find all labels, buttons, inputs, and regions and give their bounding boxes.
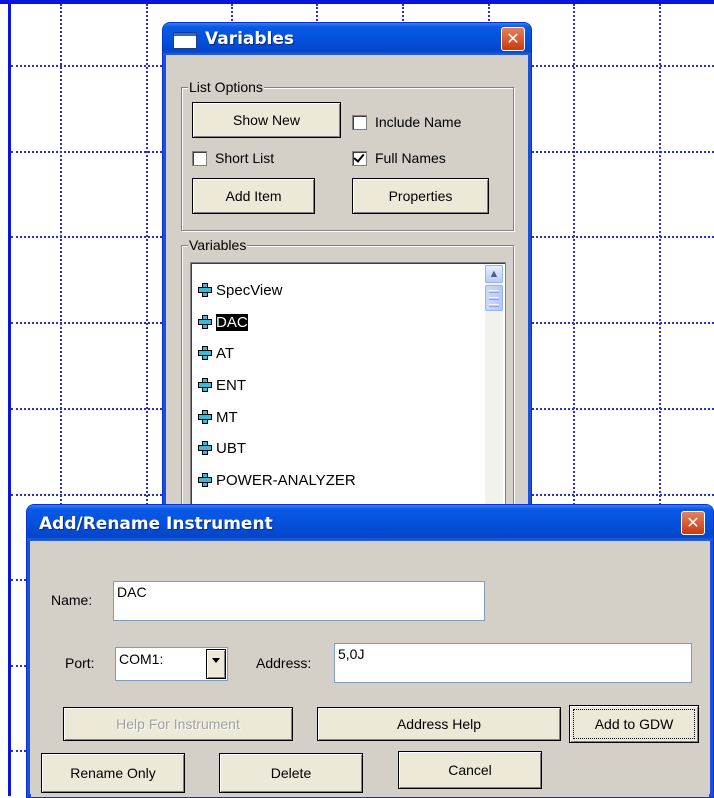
short-list-label: Short List <box>215 150 275 166</box>
canvas-left-border <box>8 0 11 796</box>
list-item[interactable]: MT <box>197 407 238 427</box>
rename-only-button[interactable]: Rename Only <box>41 753 185 793</box>
address-help-button[interactable]: Address Help <box>317 707 561 741</box>
variables-group-label: Variables <box>188 237 248 253</box>
list-item[interactable]: SpecView <box>197 280 282 300</box>
scrollbar-thumb[interactable] <box>485 285 503 311</box>
plus-icon <box>197 377 213 393</box>
window-icon <box>173 32 197 49</box>
canvas-top-border <box>0 0 714 4</box>
add-rename-instrument-dialog: Add/Rename Instrument ✕ Name: DAC Port: … <box>26 504 714 798</box>
list-options-label: List Options <box>188 79 264 95</box>
port-value: COM1: <box>119 651 164 667</box>
chevron-up-icon[interactable]: ▲ <box>485 265 503 283</box>
variables-group: Variables SpecView DAC AT ENT MT UBT POW… <box>181 237 514 537</box>
list-scrollbar[interactable]: ▲ <box>485 265 503 533</box>
address-field[interactable]: 5,0J <box>334 643 692 683</box>
close-icon[interactable]: ✕ <box>501 27 525 51</box>
port-label: Port: <box>65 655 95 671</box>
add-item-button[interactable]: Add Item <box>192 178 315 214</box>
close-icon[interactable]: ✕ <box>681 511 705 535</box>
cancel-button[interactable]: Cancel <box>398 751 542 789</box>
show-new-button[interactable]: Show New <box>192 102 341 138</box>
list-item[interactable]: POWER-ANALYZER <box>197 470 356 490</box>
variables-client: List Options Show New Include Name Short… <box>167 55 527 537</box>
chevron-down-icon[interactable] <box>206 649 226 679</box>
include-name-checkbox[interactable]: Include Name <box>352 114 461 130</box>
include-name-label: Include Name <box>375 114 462 130</box>
delete-button[interactable]: Delete <box>219 753 363 793</box>
instrument-client: Name: DAC Port: COM1: Address: 5,0J Help… <box>31 541 709 797</box>
short-list-checkbox[interactable]: Short List <box>192 150 274 166</box>
plus-icon <box>197 472 213 488</box>
full-names-checkbox[interactable]: Full Names <box>352 150 446 166</box>
properties-button[interactable]: Properties <box>352 178 489 214</box>
plus-icon <box>197 314 213 330</box>
list-item[interactable]: ENT <box>197 375 246 395</box>
plus-icon <box>197 282 213 298</box>
variables-window: Variables ✕ List Options Show New Includ… <box>162 22 532 537</box>
plus-icon <box>197 409 213 425</box>
checkbox-box <box>192 150 207 166</box>
variables-listbox[interactable]: SpecView DAC AT ENT MT UBT POWER-ANALYZE… <box>190 262 506 534</box>
instrument-titlebar[interactable]: Add/Rename Instrument ✕ <box>27 505 713 541</box>
variables-titlebar[interactable]: Variables ✕ <box>163 23 531 55</box>
name-label: Name: <box>51 592 93 608</box>
address-label: Address: <box>256 655 312 671</box>
checkbox-box <box>352 150 367 166</box>
full-names-label: Full Names <box>375 150 446 166</box>
plus-icon <box>197 440 213 456</box>
help-for-instrument-button[interactable]: Help For Instrument <box>63 707 293 741</box>
list-item[interactable]: UBT <box>197 438 246 458</box>
add-to-gdw-button[interactable]: Add to GDW <box>569 705 699 743</box>
list-options-group: List Options Show New Include Name Short… <box>181 79 514 231</box>
list-item[interactable]: DAC <box>197 312 248 332</box>
plus-icon <box>197 345 213 361</box>
checkbox-box <box>352 114 367 130</box>
list-item[interactable]: AT <box>197 343 234 363</box>
name-field[interactable]: DAC <box>113 581 485 621</box>
variables-title: Variables <box>205 29 295 49</box>
instrument-title: Add/Rename Instrument <box>39 514 273 534</box>
port-select[interactable]: COM1: <box>115 647 228 681</box>
